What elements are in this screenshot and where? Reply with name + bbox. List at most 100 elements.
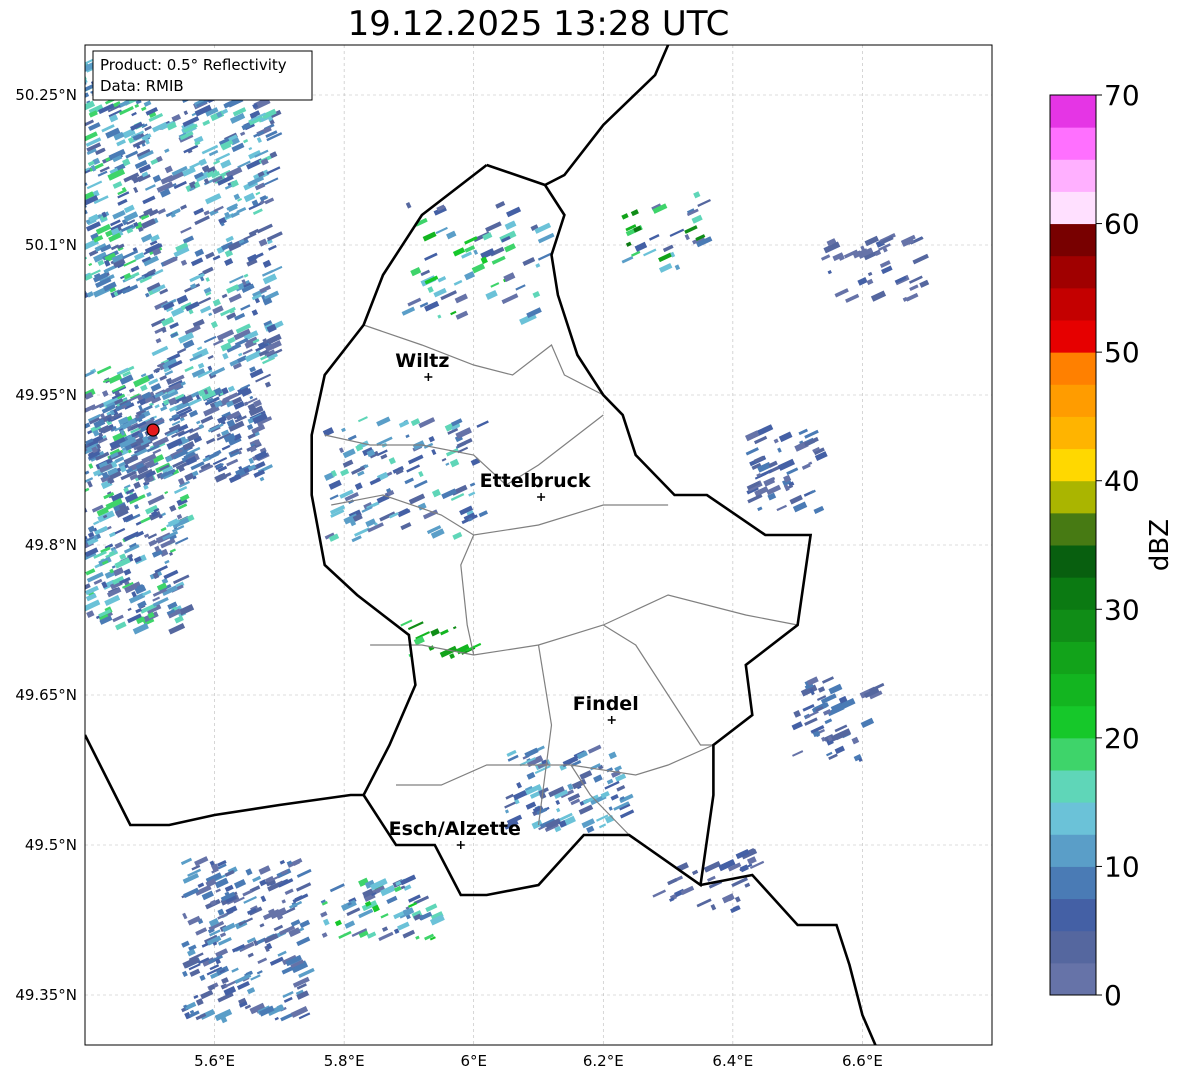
colorbar-swatch <box>1050 609 1096 642</box>
echo-cell <box>246 423 254 431</box>
echo-cell <box>85 209 88 219</box>
info-product: Product: 0.5° Reflectivity <box>100 56 287 74</box>
echo-cell <box>180 857 193 866</box>
echo-cell <box>537 252 553 261</box>
echo-cell <box>792 501 808 513</box>
echo-cell <box>415 935 420 940</box>
echo-cell <box>226 284 240 294</box>
echo-cell <box>744 882 751 888</box>
echo-cell <box>221 977 229 985</box>
radar-map: Wiltz Ettelbruck Findel Esch/Alzette 50.25°… <box>15 44 1175 1070</box>
info-source: Data: RMIB <box>100 77 184 95</box>
echo-cell <box>706 875 716 882</box>
echo-cell <box>168 551 174 556</box>
echo-cell <box>210 321 218 329</box>
echo-cell <box>525 801 537 810</box>
echo-cell <box>369 477 381 486</box>
echo-cell <box>658 262 673 273</box>
echo-cell <box>446 230 457 240</box>
echo-cell <box>178 604 195 616</box>
echo-cell <box>228 293 242 303</box>
echo-cell <box>581 818 596 829</box>
canton-boundary <box>396 744 714 786</box>
colorbar-tick-label: 0 <box>1104 979 1122 1012</box>
echo-cell <box>427 286 434 293</box>
echo-cell <box>393 911 405 920</box>
echo-cell <box>85 568 96 576</box>
echo-cell <box>150 383 162 392</box>
colorbar-swatch <box>1050 577 1096 610</box>
echo-cell <box>182 235 195 244</box>
echo-cell <box>85 287 87 298</box>
echo-cell <box>397 921 410 931</box>
lon-tick-label: 6°E <box>460 1052 487 1070</box>
echo-cell <box>132 622 149 635</box>
echo-cell <box>86 610 95 618</box>
echo-cell <box>258 238 268 247</box>
city-label: Ettelbruck <box>480 470 591 492</box>
echo-cell <box>247 952 254 958</box>
echo-cell <box>243 895 257 904</box>
echo-cell <box>834 745 845 755</box>
echo-cell <box>516 782 522 789</box>
echo-cell <box>857 277 868 286</box>
echo-cell <box>208 312 213 317</box>
echo-cell <box>187 948 196 957</box>
echo-cell <box>273 924 284 932</box>
echo-cell <box>344 920 356 929</box>
echo-cell <box>342 448 356 459</box>
echo-cell <box>168 623 186 635</box>
echo-cell <box>431 488 441 498</box>
echo-cell <box>912 253 929 265</box>
colorbar-swatch <box>1050 705 1096 739</box>
colorbar-tick-label: 10 <box>1104 850 1140 883</box>
echo-cell <box>231 967 239 973</box>
echo-cell <box>184 365 194 373</box>
echo-cell <box>220 159 232 169</box>
echo-cell <box>418 417 436 429</box>
echo-cell <box>798 428 809 436</box>
echo-cell <box>164 165 173 174</box>
echo-cell <box>159 374 168 381</box>
echo-cell <box>441 457 447 462</box>
echo-cell <box>85 204 87 214</box>
echo-cell <box>169 504 177 512</box>
echo-cell <box>180 226 192 234</box>
echo-cell <box>501 293 519 305</box>
echo-cell <box>828 683 843 695</box>
echo-cell <box>555 799 561 806</box>
echo-cell <box>142 195 156 205</box>
echo-cell <box>246 987 256 995</box>
echo-cell <box>215 888 221 893</box>
lon-tick-label: 5.6°E <box>194 1052 235 1070</box>
echo-cell <box>619 809 635 819</box>
echo-cell <box>445 462 450 466</box>
colorbar-tick-label: 60 <box>1104 208 1140 241</box>
echo-cell <box>187 915 201 926</box>
echo-cell <box>207 423 224 433</box>
echo-cell <box>504 243 516 253</box>
echo-cell <box>299 919 311 929</box>
city-label: Esch/Alzette <box>389 818 521 840</box>
echo-cell <box>152 121 168 133</box>
echo-cell <box>279 859 285 865</box>
colorbar-swatch <box>1050 930 1096 964</box>
echo-cell <box>697 198 711 207</box>
lat-tick-label: 49.5°N <box>25 836 77 854</box>
echo-cell <box>125 150 139 159</box>
echo-cell <box>70 183 75 188</box>
echo-cell <box>491 255 506 265</box>
echo-cell <box>140 106 147 112</box>
echo-cell <box>123 204 135 214</box>
echo-cell <box>648 234 660 241</box>
echo-cell <box>674 264 681 271</box>
echo-cell <box>478 510 488 518</box>
colorbar-swatch <box>1050 834 1096 867</box>
echo-cell <box>148 539 157 547</box>
echo-cell <box>71 288 77 294</box>
echo-cell <box>146 491 152 498</box>
colorbar-swatch <box>1050 641 1096 675</box>
echo-cell <box>96 365 112 375</box>
echo-cell <box>185 301 200 312</box>
echo-cell <box>233 878 247 889</box>
